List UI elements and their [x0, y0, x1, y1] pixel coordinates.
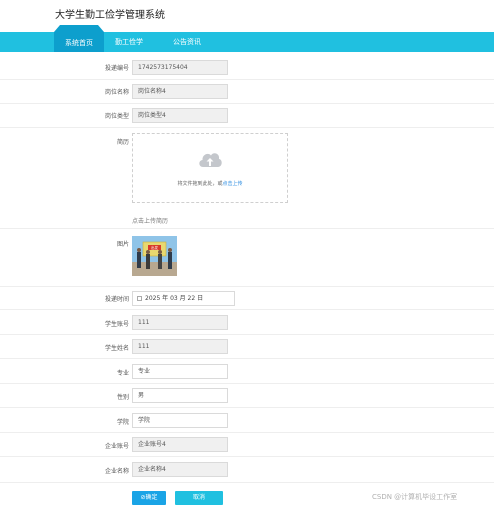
- row-delivery-id: 投递编号 1742573175404: [0, 58, 494, 80]
- row-company-name: 企业名称 企业名称4: [0, 458, 494, 483]
- company-name-label: 企业名称: [104, 468, 129, 475]
- row-student-account: 学生账号 111: [0, 312, 494, 335]
- nav-item-work-study[interactable]: 勤工俭学: [115, 32, 143, 52]
- resume-upload-dropzone[interactable]: 将文件拖到此处，或点击上传: [132, 133, 288, 203]
- confirm-button-label: 确定: [145, 494, 158, 501]
- app-title: 大学生勤工俭学管理系统: [55, 10, 165, 21]
- row-job-name: 岗位名称 岗位名称4: [0, 82, 494, 104]
- delivery-id-field[interactable]: 1742573175404: [132, 60, 228, 75]
- job-image-thumbnail[interactable]: 出发: [132, 236, 177, 276]
- row-delivery-time: 投递时间: [0, 288, 494, 310]
- gender-field[interactable]: 男: [132, 388, 228, 403]
- nav-item-announcements[interactable]: 公告资讯: [173, 32, 201, 52]
- upload-cloud-icon: [199, 153, 222, 167]
- job-type-label: 岗位类型: [104, 113, 129, 120]
- student-name-field[interactable]: 111: [132, 339, 228, 354]
- row-image: 图片: [0, 230, 494, 287]
- delivery-time-label: 投递时间: [104, 296, 129, 303]
- nav-item-home[interactable]: 系统首页: [54, 36, 104, 56]
- delivery-time-picker[interactable]: 2025 年 03 月 22 日: [132, 291, 235, 306]
- job-name-label: 岗位名称: [104, 89, 129, 96]
- resume-upload-tip: 点击上传简历: [132, 218, 169, 225]
- student-name-label: 学生姓名: [104, 345, 129, 352]
- gender-label: 性别: [116, 394, 129, 401]
- cancel-button[interactable]: 取消: [175, 491, 223, 505]
- row-job-type: 岗位类型 岗位类型4: [0, 106, 494, 128]
- row-major: 专业 专业: [0, 361, 494, 384]
- click-upload-link[interactable]: 点击上传: [223, 181, 243, 187]
- job-name-field[interactable]: 岗位名称4: [132, 84, 228, 99]
- confirm-button[interactable]: ⊘确定: [132, 491, 166, 505]
- row-student-name: 学生姓名 111: [0, 336, 494, 359]
- company-account-field[interactable]: 企业账号4: [132, 437, 228, 452]
- delivery-time-value: 2025 年 03 月 22 日: [145, 295, 204, 302]
- company-account-label: 企业账号: [104, 443, 129, 450]
- company-name-field[interactable]: 企业名称4: [132, 462, 228, 477]
- resume-label: 简历: [116, 139, 129, 146]
- dropzone-instruction: 将文件拖到此处，或: [177, 181, 223, 187]
- csdn-watermark: CSDN @计算机毕设工作室: [372, 493, 458, 501]
- college-label: 学院: [116, 419, 129, 426]
- major-label: 专业: [116, 370, 129, 377]
- image-banner-text: 出发: [151, 245, 158, 250]
- row-company-account: 企业账号 企业账号4: [0, 434, 494, 457]
- job-type-field[interactable]: 岗位类型4: [132, 108, 228, 123]
- image-label: 图片: [116, 241, 129, 248]
- major-field[interactable]: 专业: [132, 364, 228, 379]
- student-account-field[interactable]: 111: [132, 315, 228, 330]
- dropzone-text: 将文件拖到此处，或点击上传: [133, 180, 287, 187]
- delivery-id-label: 投递编号: [104, 65, 129, 72]
- calendar-icon: [137, 296, 142, 301]
- row-college: 学院 学院: [0, 410, 494, 433]
- college-field[interactable]: 学院: [132, 413, 228, 428]
- cancel-button-label: 取消: [192, 494, 205, 501]
- row-gender: 性别 男: [0, 385, 494, 408]
- student-account-label: 学生账号: [104, 321, 129, 328]
